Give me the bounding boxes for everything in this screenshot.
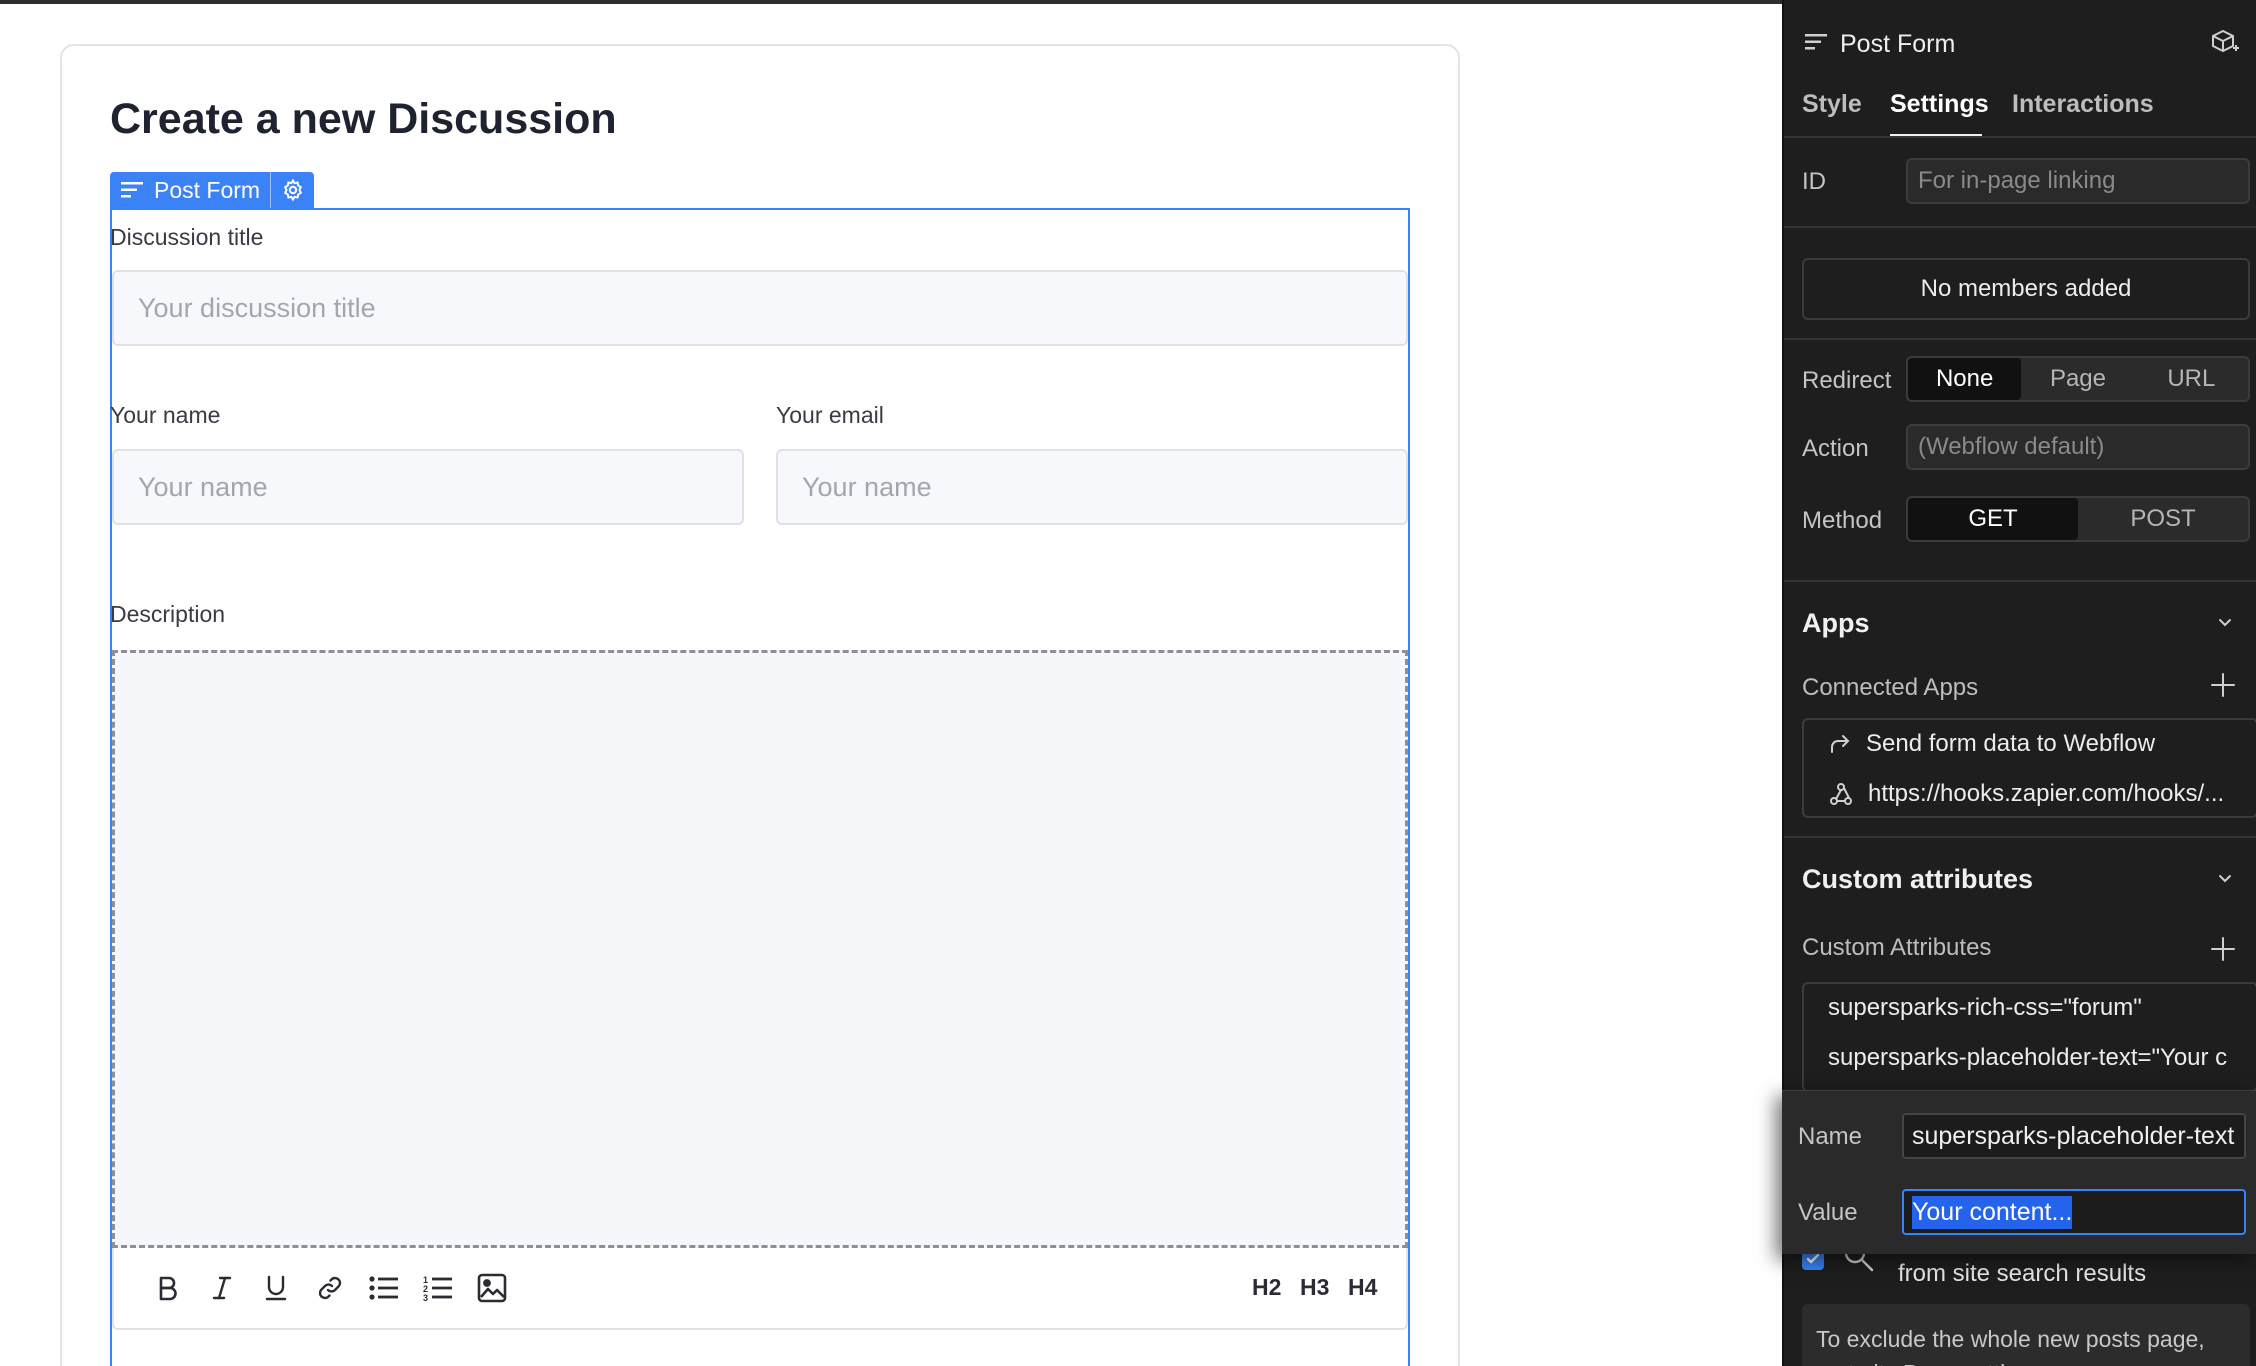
method-option-post[interactable]: POST xyxy=(2078,498,2248,540)
redirect-option-url[interactable]: URL xyxy=(2135,358,2248,400)
page-title: Create a new Discussion xyxy=(110,95,617,143)
add-attribute-icon[interactable] xyxy=(2208,934,2238,964)
form-settings-button[interactable] xyxy=(270,172,314,208)
method-divider xyxy=(1784,580,2256,582)
your-name-label: Your name xyxy=(110,402,221,428)
link-icon xyxy=(318,1276,342,1300)
tab-style[interactable]: Style xyxy=(1802,90,1862,119)
image-button[interactable] xyxy=(472,1268,512,1308)
apps-divider xyxy=(1784,836,2256,838)
chevron-down-icon[interactable] xyxy=(2212,610,2238,636)
tab-interactions[interactable]: Interactions xyxy=(2012,90,2154,119)
redirect-label: Redirect xyxy=(1802,367,1892,394)
form-lines-icon xyxy=(1805,34,1827,50)
method-label: Method xyxy=(1802,507,1883,534)
panel-element-title: Post Form xyxy=(1840,30,1956,58)
numbered-list-icon: 1 2 3 xyxy=(423,1275,452,1302)
connected-apps-label: Connected Apps xyxy=(1802,674,1979,701)
exclude-page-note: To exclude the whole new posts page, go … xyxy=(1802,1304,2250,1366)
app-item-zapier[interactable]: https://hooks.zapier.com/hooks/... xyxy=(1828,780,2224,808)
method-option-get[interactable]: GET xyxy=(1908,498,2078,540)
attribute-item-label: supersparks-rich-css="forum" xyxy=(1828,994,2142,1021)
attribute-item-placeholder-text[interactable]: supersparks-placeholder-text="Your c xyxy=(1828,1044,2238,1072)
bold-icon xyxy=(159,1276,177,1301)
members-box[interactable]: No members added xyxy=(1802,258,2250,320)
your-name-input[interactable]: Your name xyxy=(112,449,744,525)
heading-3-button[interactable]: H3 xyxy=(1300,1274,1329,1301)
your-email-label: Your email xyxy=(776,402,884,428)
id-input[interactable]: For in-page linking xyxy=(1906,158,2250,204)
custom-attributes-section-title[interactable]: Custom attributes xyxy=(1802,864,2033,895)
form-tag-label: Post Form xyxy=(154,176,261,203)
component-add-icon xyxy=(2212,29,2239,53)
underline-button[interactable] xyxy=(256,1268,296,1308)
your-email-input[interactable]: Your name xyxy=(776,449,1408,525)
discussion-title-label: Discussion title xyxy=(110,224,264,250)
gear-icon xyxy=(283,178,302,202)
underline-icon xyxy=(265,1275,287,1301)
apps-section-title[interactable]: Apps xyxy=(1802,608,1870,639)
selected-element-tag[interactable]: Post Form xyxy=(110,172,315,208)
form-tag-label-group[interactable]: Post Form xyxy=(110,172,270,208)
form-lines-icon xyxy=(121,182,143,198)
image-icon xyxy=(477,1273,507,1303)
app-item-webflow[interactable]: Send form data to Webflow xyxy=(1828,730,2155,758)
action-input[interactable]: (Webflow default) xyxy=(1906,424,2250,470)
custom-attributes-list-label: Custom Attributes xyxy=(1802,934,1992,961)
numbered-list-button[interactable]: 1 2 3 xyxy=(418,1268,458,1308)
tabs-divider xyxy=(1784,136,2256,138)
discussion-title-input[interactable]: Your discussion title xyxy=(112,270,1408,346)
method-segmented-control: GET POST xyxy=(1906,496,2250,542)
members-divider xyxy=(1784,338,2256,340)
attribute-name-input[interactable]: supersparks-placeholder-text xyxy=(1902,1113,2246,1159)
redirect-option-page[interactable]: Page xyxy=(2021,358,2134,400)
tab-settings[interactable]: Settings xyxy=(1890,90,1989,119)
id-label: ID xyxy=(1802,168,1826,195)
attribute-item-label: supersparks-placeholder-text="Your c xyxy=(1828,1044,2228,1071)
attribute-item-rich-css[interactable]: supersparks-rich-css="forum" xyxy=(1828,994,2238,1022)
app-item-label: Send form data to Webflow xyxy=(1866,730,2156,757)
bold-button[interactable] xyxy=(148,1268,188,1308)
link-button[interactable] xyxy=(310,1268,350,1308)
panel-form-icon xyxy=(1804,32,1828,57)
create-component-button[interactable] xyxy=(2210,28,2240,63)
heading-4-button[interactable]: H4 xyxy=(1348,1274,1377,1301)
redirect-segmented-control: None Page URL xyxy=(1906,356,2250,402)
action-label: Action xyxy=(1802,435,1869,462)
rich-text-toolbar: 1 2 3 H2 H3 H4 xyxy=(112,1248,1408,1330)
heading-2-button[interactable]: H2 xyxy=(1252,1274,1281,1301)
svg-text:3: 3 xyxy=(423,1293,428,1302)
chevron-down-icon[interactable] xyxy=(2212,866,2238,892)
italic-button[interactable] xyxy=(202,1268,242,1308)
exclude-search-text: from site search results xyxy=(1898,1260,2147,1287)
description-label: Description xyxy=(110,601,226,627)
attribute-value-label: Value xyxy=(1798,1199,1858,1226)
id-divider xyxy=(1784,226,2256,228)
add-app-icon[interactable] xyxy=(2208,670,2238,700)
attribute-name-label: Name xyxy=(1798,1123,1863,1150)
attribute-value-selected-text: Your content... xyxy=(1912,1195,2073,1229)
bulleted-list-icon xyxy=(369,1276,398,1300)
attribute-edit-popover: Name supersparks-placeholder-text Value … xyxy=(1782,1090,2256,1254)
description-rich-text-area[interactable] xyxy=(112,650,1408,1248)
webhook-icon xyxy=(1830,783,1852,805)
attribute-value-input[interactable]: Your content... xyxy=(1902,1189,2246,1235)
share-arrow-icon xyxy=(1831,735,1850,753)
app-item-label: https://hooks.zapier.com/hooks/... xyxy=(1868,780,2225,807)
redirect-option-none[interactable]: None xyxy=(1908,358,2022,400)
bulleted-list-button[interactable] xyxy=(364,1268,404,1308)
italic-icon xyxy=(212,1276,232,1300)
